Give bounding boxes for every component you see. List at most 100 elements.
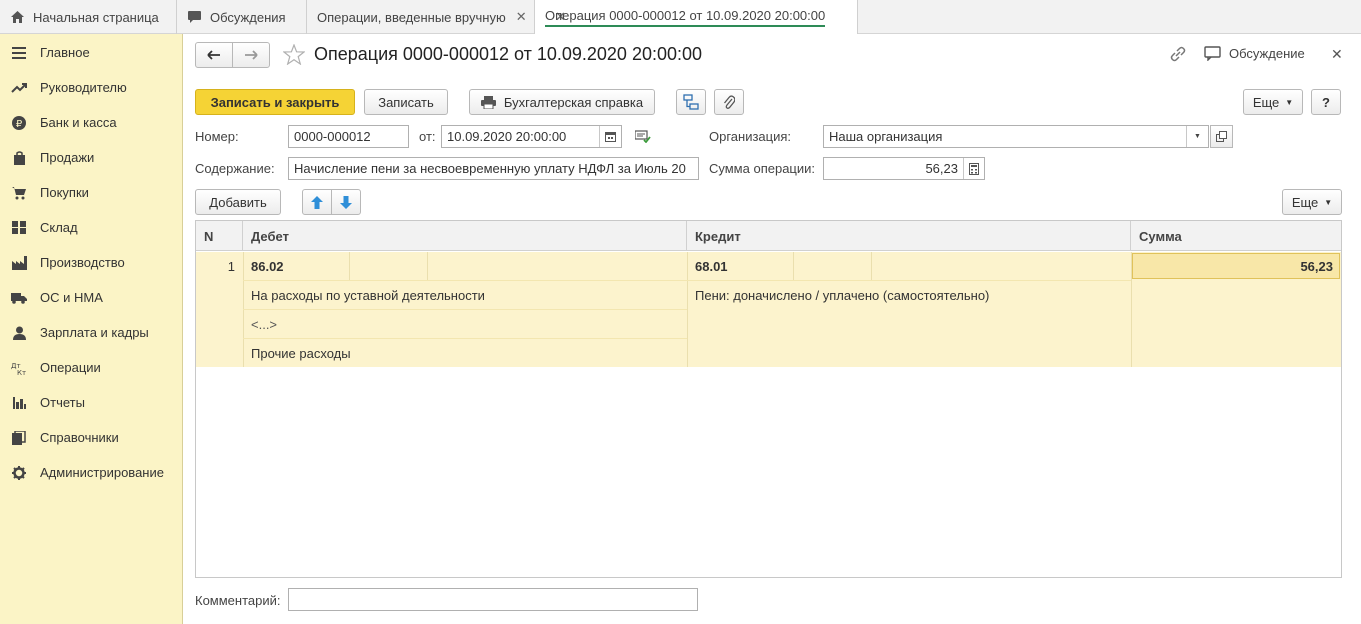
sidebar-item-administration[interactable]: Администрирование (0, 455, 182, 490)
move-up-button[interactable] (302, 189, 332, 215)
chevron-down-icon[interactable]: ▼ (1186, 126, 1208, 147)
debit-subconto-1[interactable]: На расходы по уставной деятельности (251, 288, 485, 303)
favorite-star-icon[interactable] (282, 43, 306, 68)
credit-account[interactable]: 68.01 (695, 259, 728, 274)
table-more-button[interactable]: Еще ▼ (1282, 189, 1342, 215)
table-header: N Дебет Кредит Сумма (196, 221, 1341, 251)
date-input[interactable]: 10.09.2020 20:00:00 (441, 125, 622, 148)
tab-home[interactable]: Начальная страница (0, 0, 177, 34)
close-window-icon[interactable]: ✕ (1331, 46, 1343, 63)
column-header-debit[interactable]: Дебет (243, 221, 687, 251)
sidebar-item-label: Главное (40, 45, 90, 60)
truck-icon (11, 290, 27, 306)
save-and-close-button[interactable]: Записать и закрыть (195, 89, 355, 115)
subconto-divider (349, 252, 350, 280)
column-header-sum[interactable]: Сумма (1131, 221, 1341, 251)
link-icon[interactable] (1169, 46, 1187, 65)
add-row-button[interactable]: Добавить (195, 189, 281, 215)
open-organization-button[interactable] (1210, 125, 1233, 148)
comment-input[interactable] (288, 588, 698, 611)
comment-label: Комментарий: (195, 593, 281, 608)
organization-select[interactable]: Наша организация ▼ (823, 125, 1209, 148)
subconto-divider (871, 252, 872, 280)
column-header-n[interactable]: N (196, 221, 243, 251)
tab-label: Операции, введенные вручную (317, 9, 506, 25)
move-down-button[interactable] (331, 189, 361, 215)
sidebar-item-sales[interactable]: Продажи (0, 140, 182, 175)
help-button[interactable]: ? (1311, 89, 1341, 115)
sidebar-item-label: Руководителю (40, 80, 127, 95)
bar-chart-icon (11, 395, 27, 411)
table-row[interactable]: 1 86.02 На расходы по уставной деятельно… (196, 252, 1341, 367)
sidebar-item-operations[interactable]: Дт Кт Операции (0, 350, 182, 385)
sidebar-item-directories[interactable]: Справочники (0, 420, 182, 455)
bag-icon (11, 150, 27, 166)
debit-subconto-3[interactable]: Прочие расходы (251, 346, 351, 361)
sidebar-item-production[interactable]: Производство (0, 245, 182, 280)
save-button[interactable]: Записать (364, 89, 448, 115)
tab-manual-operations[interactable]: Операции, введенные вручную ✕ (307, 0, 535, 34)
arrow-right-icon (245, 50, 258, 60)
sidebar-item-warehouse[interactable]: Склад (0, 210, 182, 245)
organization-value: Наша организация (829, 129, 943, 144)
sidebar-item-label: Администрирование (40, 465, 164, 480)
arrow-down-icon (340, 195, 352, 209)
sidebar-item-label: Операции (40, 360, 101, 375)
subconto-divider (793, 252, 794, 280)
operation-sum-value: 56,23 (925, 161, 958, 176)
menu-icon (11, 45, 27, 61)
sidebar-item-manager[interactable]: Руководителю (0, 70, 182, 105)
column-divider (687, 252, 688, 367)
calculator-button[interactable] (963, 158, 984, 179)
calendar-button[interactable] (599, 126, 621, 147)
operation-sum-input[interactable]: 56,23 (823, 157, 985, 180)
trend-icon (11, 80, 27, 96)
sum-value: 56,23 (1300, 258, 1333, 274)
svg-text:₽: ₽ (16, 119, 23, 130)
sidebar-item-bank[interactable]: ₽ Банк и касса (0, 105, 182, 140)
forward-button[interactable] (232, 42, 270, 68)
tab-discussions[interactable]: Обсуждения (177, 0, 307, 34)
sum-cell[interactable]: 56,23 (1132, 253, 1340, 279)
tab-operation-active[interactable]: Операция 0000-000012 от 10.09.2020 20:00… (535, 0, 858, 34)
sidebar-item-main[interactable]: Главное (0, 35, 182, 70)
hierarchy-icon (683, 94, 699, 110)
ruble-icon: ₽ (11, 115, 27, 131)
calendar-icon (605, 132, 616, 142)
number-input[interactable]: 0000-000012 (288, 125, 409, 148)
column-header-credit[interactable]: Кредит (687, 221, 1131, 251)
row-divider (243, 309, 687, 310)
content-input[interactable]: Начисление пени за несвоевременную уплат… (288, 157, 699, 180)
discussion-button[interactable]: Обсуждение (1204, 46, 1305, 61)
calculator-icon (969, 162, 979, 175)
sidebar: Главное Руководителю ₽ Банк и касса Прод… (0, 34, 183, 624)
sidebar-item-fixed-assets[interactable]: ОС и НМА (0, 280, 182, 315)
tab-label: Обсуждения (210, 9, 286, 25)
document-form: Операция 0000-000012 от 10.09.2020 20:00… (184, 34, 1361, 624)
row-divider (243, 280, 1131, 281)
structure-button[interactable] (676, 89, 706, 115)
close-icon[interactable]: ✕ (516, 9, 527, 25)
dropdown-arrow-icon: ▼ (1285, 97, 1294, 107)
credit-subconto-1[interactable]: Пени: доначислено / уплачено (самостояте… (695, 288, 989, 303)
print-report-button[interactable]: Бухгалтерская справка (469, 89, 655, 115)
entries-table[interactable]: N Дебет Кредит Сумма 1 86.02 На расходы … (195, 220, 1342, 578)
chat-icon (1204, 46, 1221, 61)
dropdown-arrow-icon: ▼ (1324, 197, 1333, 207)
sidebar-item-label: Зарплата и кадры (40, 325, 149, 340)
more-actions-button[interactable]: Еще ▼ (1243, 89, 1303, 115)
sidebar-item-label: Банк и касса (40, 115, 117, 130)
attach-button[interactable] (714, 89, 744, 115)
sidebar-item-payroll[interactable]: Зарплата и кадры (0, 315, 182, 350)
sidebar-item-purchases[interactable]: Покупки (0, 175, 182, 210)
operation-sum-label: Сумма операции: (709, 161, 815, 176)
posting-status-icon[interactable] (634, 130, 651, 146)
factory-icon (11, 255, 27, 271)
debit-subconto-2[interactable]: <...> (251, 317, 277, 332)
sidebar-item-reports[interactable]: Отчеты (0, 385, 182, 420)
date-value: 10.09.2020 20:00:00 (447, 129, 567, 144)
debit-account[interactable]: 86.02 (251, 259, 284, 274)
books-icon (11, 430, 27, 446)
table-more-label: Еще (1291, 194, 1319, 210)
back-button[interactable] (195, 42, 233, 68)
